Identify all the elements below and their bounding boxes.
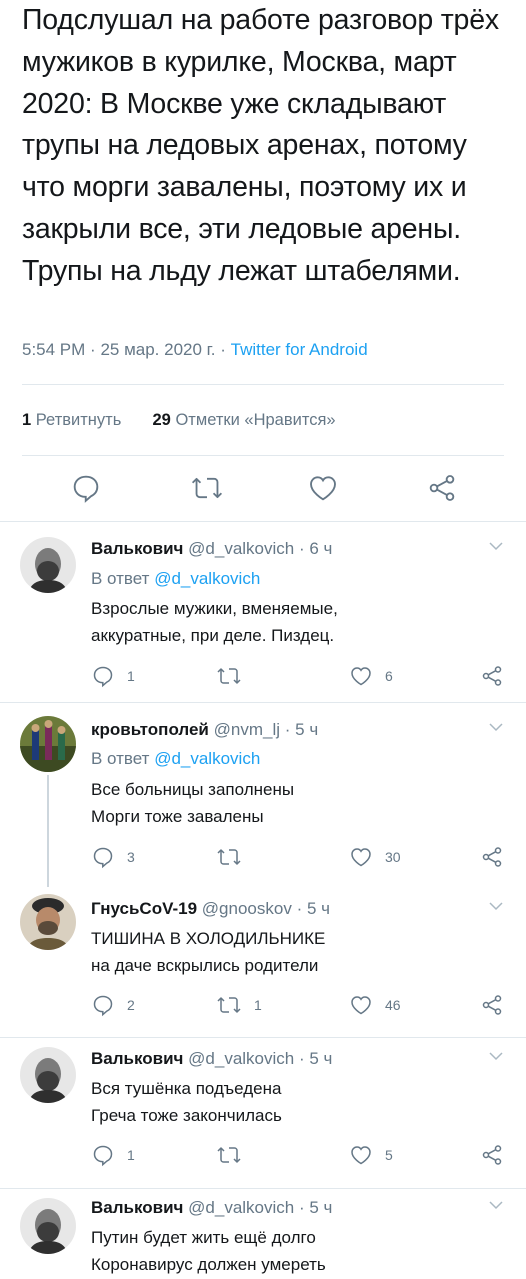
reply-icon: [93, 995, 113, 1017]
reply-tweet[interactable]: Валькович @d_valkovich · 5 ч Путин будет…: [0, 1188, 526, 1279]
retweet-count: 1: [254, 997, 262, 1013]
tweet-source-app[interactable]: Twitter for Android: [231, 340, 368, 359]
share-icon: [482, 1145, 502, 1165]
retweet-button[interactable]: [216, 1143, 254, 1167]
reply-icon: [93, 666, 113, 688]
like-count: 30: [385, 849, 401, 865]
heart-icon: [351, 667, 371, 686]
reply-to-mention[interactable]: @d_valkovich: [154, 569, 260, 588]
reply-button[interactable]: 1: [91, 664, 135, 688]
reply-text: Все больницы заполнены Морги тоже завале…: [91, 780, 295, 826]
author-handle: @d_valkovich: [188, 539, 295, 558]
reply-icon: [73, 475, 99, 503]
avatar[interactable]: [20, 716, 76, 772]
reply-time: 5 ч: [309, 1198, 333, 1217]
like-count: 6: [385, 668, 393, 684]
share-icon: [482, 666, 502, 686]
reply-time: 5 ч: [309, 1049, 333, 1068]
avatar[interactable]: [20, 1198, 76, 1254]
like-count: 5: [385, 1147, 393, 1163]
author-handle: @nvm_lj: [213, 720, 281, 739]
retweet-button[interactable]: [216, 664, 254, 688]
retweet-button[interactable]: 1: [216, 993, 262, 1017]
author-name[interactable]: ГнусьCoV-19: [91, 899, 197, 918]
chevron-down-icon[interactable]: [488, 540, 504, 552]
divider: [22, 384, 504, 385]
tweet-stats: 1 Ретвитнуть 29 Отметки «Нравится»: [22, 411, 336, 430]
reply-text: Путин будет жить ещё долго Коронавирус д…: [91, 1228, 326, 1274]
share-button[interactable]: [480, 1143, 504, 1167]
heart-icon: [310, 476, 336, 501]
reply-tweet[interactable]: Валькович @d_valkovich · 6 ч В ответ @d_…: [0, 521, 526, 702]
reply-button[interactable]: 3: [91, 845, 135, 869]
heart-icon: [351, 848, 371, 867]
tweet-text: Подслушал на работе разговор трёх мужико…: [22, 4, 499, 287]
like-button[interactable]: 30: [349, 845, 401, 869]
retweet-icon: [217, 849, 241, 865]
reply-tweet[interactable]: ГнусьCoV-19 @gnooskov · 5 ч ТИШИНА В ХОЛ…: [0, 887, 526, 1037]
reply-to-prefix: В ответ: [91, 749, 150, 768]
reply-text: ТИШИНА В ХОЛОДИЛЬНИКЕ на даче вскрылись …: [91, 929, 326, 975]
author-handle: @gnooskov: [201, 899, 292, 918]
avatar[interactable]: [20, 537, 76, 593]
tweet-meta: 5:54 PM · 25 мар. 2020 г. · Twitter for …: [22, 340, 368, 359]
retweet-icon: [217, 1147, 241, 1163]
retweet-icon: [191, 477, 223, 499]
reply-count: 1: [127, 1147, 135, 1163]
share-icon: [429, 475, 455, 501]
avatar[interactable]: [20, 1047, 76, 1103]
author-handle: @d_valkovich: [188, 1049, 295, 1068]
like-button[interactable]: 46: [349, 993, 401, 1017]
heart-icon: [351, 996, 371, 1015]
heart-icon: [351, 1146, 371, 1165]
share-icon: [482, 847, 502, 867]
author-name[interactable]: Валькович: [91, 539, 183, 558]
reply-to-mention[interactable]: @d_valkovich: [154, 749, 260, 768]
share-button[interactable]: [480, 845, 504, 869]
retweet-icon: [217, 668, 241, 684]
share-button[interactable]: [480, 664, 504, 688]
chevron-down-icon[interactable]: [488, 1050, 504, 1062]
tweet-date: 25 мар. 2020 г.: [100, 340, 216, 359]
reply-time: 6 ч: [309, 539, 333, 558]
retweets-stat[interactable]: 1 Ретвитнуть: [22, 411, 121, 429]
reply-count: 1: [127, 668, 135, 684]
reply-button[interactable]: 1: [91, 1143, 135, 1167]
share-button[interactable]: [480, 993, 504, 1017]
reply-count: 3: [127, 849, 135, 865]
like-count: 46: [385, 997, 401, 1013]
retweet-icon: [217, 997, 241, 1013]
share-icon: [482, 995, 502, 1015]
reply-text: Вся тушёнка подъедена Греча тоже закончи…: [91, 1079, 282, 1125]
reply-tweet[interactable]: Валькович @d_valkovich · 5 ч Вся тушёнка…: [0, 1037, 526, 1188]
retweet-button[interactable]: [216, 845, 254, 869]
chevron-down-icon[interactable]: [488, 1199, 504, 1211]
author-name[interactable]: Валькович: [91, 1198, 183, 1217]
like-button[interactable]: 5: [349, 1143, 393, 1167]
likes-stat[interactable]: 29 Отметки «Нравится»: [153, 411, 336, 429]
reply-time: 5 ч: [295, 720, 319, 739]
tweet-time: 5:54 PM: [22, 340, 86, 359]
retweet-button[interactable]: [190, 472, 224, 504]
reply-button[interactable]: [70, 472, 102, 504]
share-button[interactable]: [426, 472, 458, 504]
author-handle: @d_valkovich: [188, 1198, 295, 1217]
divider: [22, 455, 504, 456]
tweet-actions: [0, 472, 526, 506]
reply-button[interactable]: 2: [91, 993, 135, 1017]
reply-icon: [93, 847, 113, 869]
chevron-down-icon[interactable]: [488, 900, 504, 912]
like-button[interactable]: [307, 472, 339, 504]
author-name[interactable]: кровьтополей: [91, 720, 209, 739]
author-name[interactable]: Валькович: [91, 1049, 183, 1068]
reply-text: Взрослые мужики, вменяемые, аккуратные, …: [91, 599, 338, 645]
like-button[interactable]: 6: [349, 664, 393, 688]
reply-time: 5 ч: [306, 899, 330, 918]
reply-tweet[interactable]: кровьтополей @nvm_lj · 5 ч В ответ @d_va…: [0, 702, 526, 887]
reply-to-prefix: В ответ: [91, 569, 150, 588]
chevron-down-icon[interactable]: [488, 721, 504, 733]
reply-count: 2: [127, 997, 135, 1013]
avatar[interactable]: [20, 894, 76, 950]
reply-icon: [93, 1145, 113, 1167]
